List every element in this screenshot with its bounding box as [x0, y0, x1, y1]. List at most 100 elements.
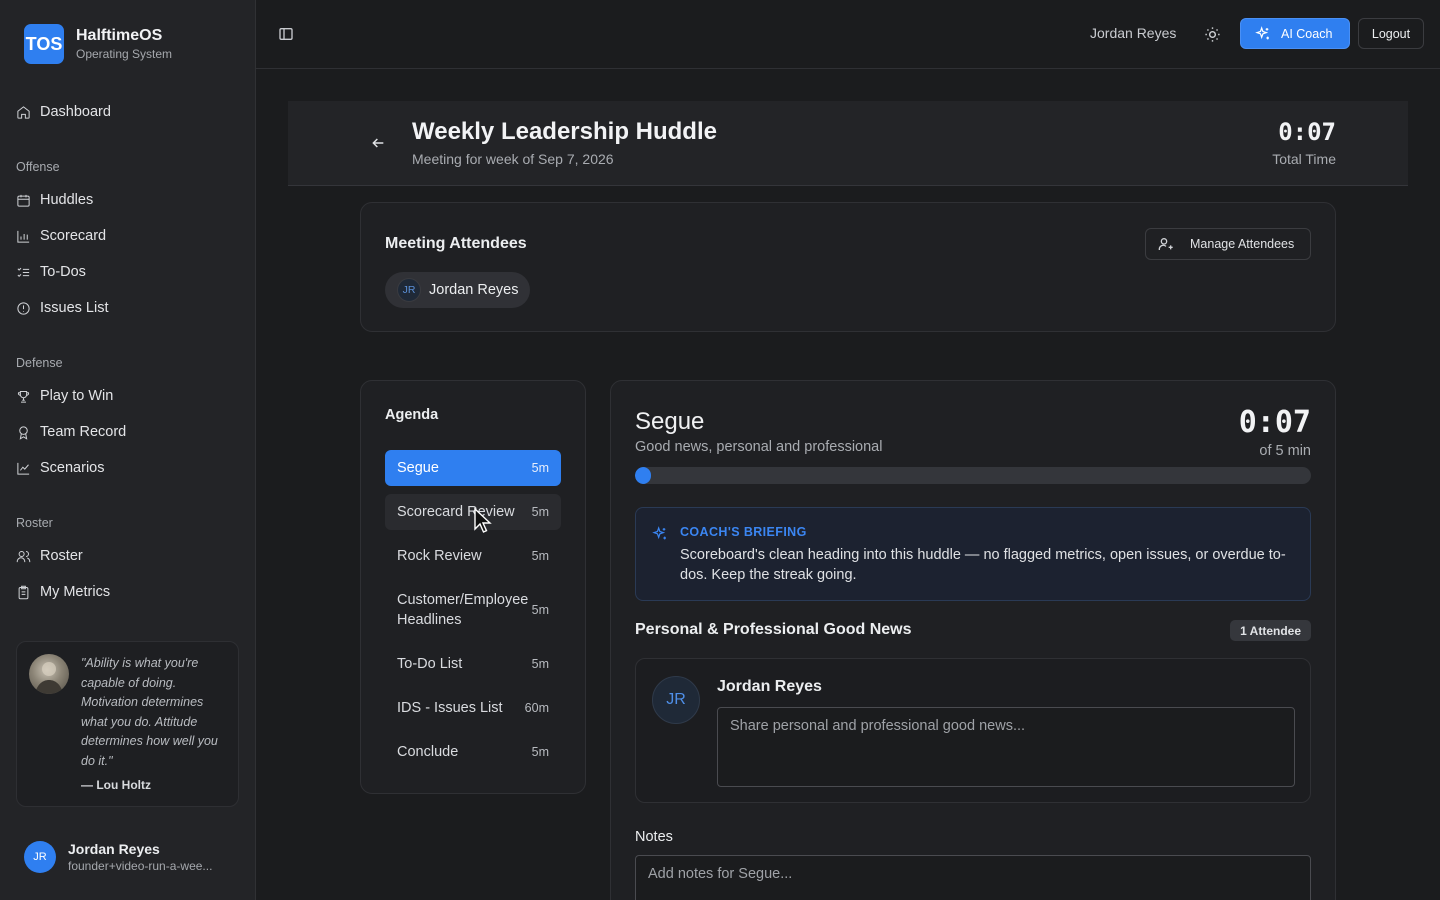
agenda-item-duration: 5m: [531, 603, 549, 617]
brand[interactable]: TOS HalftimeOS Operating System: [24, 24, 172, 64]
agenda-item-ids[interactable]: IDS - Issues List 60m: [385, 690, 561, 726]
total-timer-label: Total Time: [1272, 151, 1336, 167]
mouse-cursor-icon: [474, 507, 492, 533]
agenda-item-duration: 60m: [524, 701, 549, 715]
sidebar-item-label: Dashboard: [40, 104, 111, 120]
notes-input[interactable]: Add notes for Segue...: [635, 855, 1311, 900]
good-news-input[interactable]: Share personal and professional good new…: [717, 707, 1295, 787]
award-icon: [19, 425, 28, 440]
sidebar-toggle-icon[interactable]: [278, 26, 294, 42]
agenda-item-label: IDS - Issues List: [397, 700, 503, 716]
page-title: Weekly Leadership Huddle: [412, 118, 717, 145]
avatar: JR: [24, 841, 56, 873]
sidebar-item-todos[interactable]: To-Dos: [16, 260, 86, 284]
brand-name: HalftimeOS: [76, 27, 163, 44]
manage-attendees-label: Manage Attendees: [1190, 237, 1295, 251]
section-roster: Roster: [16, 516, 53, 530]
good-news-title: Personal & Professional Good News: [635, 621, 912, 638]
section-progress-bar: [635, 467, 1311, 484]
agenda-item-conclude[interactable]: Conclude 5m: [385, 734, 561, 770]
brand-subtitle: Operating System: [76, 47, 173, 61]
sidebar-item-my-metrics[interactable]: My Metrics: [16, 580, 110, 604]
user-plus-icon: [1158, 238, 1173, 250]
quote-text: "Ability is what you're capable of doing…: [81, 656, 218, 768]
section-timer-limit: of 5 min: [1259, 443, 1311, 459]
calendar-icon: [17, 194, 30, 207]
attendees-card: Meeting Attendees Manage Attendees JR Jo…: [360, 202, 1336, 332]
users-icon: [16, 550, 31, 562]
sidebar-item-issues[interactable]: Issues List: [16, 296, 109, 320]
bar-chart-icon: [17, 230, 30, 243]
meeting-header: Weekly Leadership Huddle Meeting for wee…: [288, 101, 1408, 186]
sidebar-item-label: Scorecard: [40, 228, 107, 244]
manage-attendees-button[interactable]: Manage Attendees: [1145, 228, 1311, 260]
agenda-item-todo-list[interactable]: To-Do List 5m: [385, 646, 561, 682]
agenda-item-label: Customer/Employee Headlines: [397, 592, 529, 628]
ai-coach-button[interactable]: AI Coach: [1240, 18, 1350, 49]
agenda-item-headlines[interactable]: Customer/Employee Headlines 5m: [385, 582, 561, 638]
meeting-subtitle: Meeting for week of Sep 7, 2026: [412, 151, 614, 167]
alert-circle-icon: [17, 301, 30, 315]
agenda-item-rock-review[interactable]: Rock Review 5m: [385, 538, 561, 574]
sidebar-item-team-record[interactable]: Team Record: [16, 420, 126, 444]
avatar: JR: [652, 676, 700, 724]
sidebar-item-label: Team Record: [40, 424, 127, 440]
sparkles-icon: [1255, 25, 1269, 39]
agenda-item-duration: 5m: [531, 505, 549, 519]
brand-logo: TOS: [24, 24, 64, 64]
attendees-title: Meeting Attendees: [385, 235, 527, 252]
agenda-item-duration: 5m: [531, 657, 549, 671]
arrow-left-icon[interactable]: [370, 135, 386, 151]
trophy-icon: [17, 390, 30, 403]
quote-author-photo: [29, 654, 69, 694]
good-news-entry: JR Jordan Reyes Share personal and profe…: [635, 658, 1311, 803]
user-email: founder+video-run-a-wee...: [68, 859, 213, 873]
agenda-title: Agenda: [385, 407, 439, 423]
notes-label: Notes: [635, 829, 673, 845]
agenda-item-duration: 5m: [531, 745, 549, 759]
sun-icon[interactable]: [1204, 26, 1221, 43]
agenda-item-label: To-Do List: [397, 656, 463, 672]
agenda-card: Agenda Segue 5m Scorecard Review 5m Rock…: [360, 380, 586, 794]
sparkles-icon: [652, 526, 666, 540]
line-chart-icon: [17, 462, 30, 475]
sidebar-item-label: Huddles: [40, 192, 94, 208]
agenda-item-segue[interactable]: Segue 5m: [385, 450, 561, 486]
ai-coach-label: AI Coach: [1281, 26, 1333, 41]
sidebar-item-label: Roster: [40, 548, 83, 564]
sidebar-item-label: Issues List: [40, 300, 109, 316]
sidebar-item-label: Scenarios: [40, 460, 105, 476]
sidebar-item-roster[interactable]: Roster: [16, 544, 83, 568]
attendee-name: Jordan Reyes: [429, 282, 519, 298]
sidebar-item-label: Play to Win: [40, 388, 114, 404]
attendee-count-badge: 1 Attendee: [1230, 620, 1311, 641]
topbar-user-name: Jordan Reyes: [1090, 25, 1177, 41]
clipboard-icon: [18, 585, 29, 599]
sidebar-item-huddles[interactable]: Huddles: [16, 188, 93, 212]
agenda-item-duration: 5m: [531, 461, 549, 475]
sidebar-item-dashboard[interactable]: Dashboard: [16, 100, 111, 124]
sidebar-item-play-to-win[interactable]: Play to Win: [16, 384, 113, 408]
user-name: Jordan Reyes: [68, 841, 160, 857]
agenda-item-label: Scorecard Review: [397, 504, 515, 520]
user-menu[interactable]: JR Jordan Reyes founder+video-run-a-wee.…: [24, 840, 212, 874]
sidebar: TOS HalftimeOS Operating System Dashboar…: [0, 0, 256, 900]
segue-card: Segue Good news, personal and profession…: [610, 380, 1336, 900]
agenda-item-label: Rock Review: [397, 548, 482, 564]
agenda-item-label: Segue: [397, 460, 439, 476]
agenda-item-duration: 5m: [531, 549, 549, 563]
section-title: Segue: [635, 408, 705, 435]
quote-author: — Lou Holtz: [81, 778, 151, 792]
coach-briefing: COACH'S BRIEFING Scoreboard's clean head…: [635, 507, 1311, 601]
section-offense: Offense: [16, 160, 60, 174]
avatar: JR: [397, 278, 421, 302]
agenda-item-label: Conclude: [397, 744, 459, 760]
section-timer: 0:07: [1238, 405, 1311, 440]
sidebar-item-label: To-Dos: [40, 264, 86, 280]
list-checks-icon: [17, 267, 30, 277]
section-subtitle: Good news, personal and professional: [635, 439, 883, 455]
sidebar-item-scorecard[interactable]: Scorecard: [16, 224, 106, 248]
total-timer: 0:07: [1278, 118, 1336, 146]
logout-button[interactable]: Logout: [1358, 18, 1424, 49]
sidebar-item-scenarios[interactable]: Scenarios: [16, 456, 104, 480]
